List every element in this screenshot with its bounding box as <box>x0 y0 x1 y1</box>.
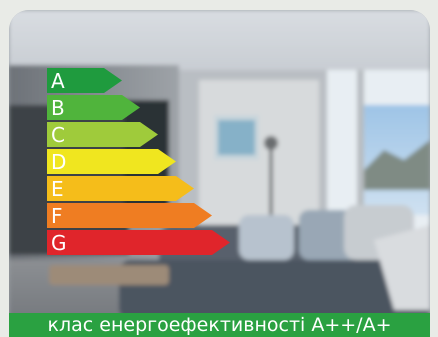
energy-class-label: ABCDEFG <box>47 68 230 255</box>
energy-class-letter-f: F <box>51 204 63 228</box>
energy-class-letter-b: B <box>51 96 65 120</box>
product-image-card: ABCDEFG клас енергоефективності А++/А+ <box>9 10 430 337</box>
energy-class-letter-g: G <box>51 231 67 255</box>
energy-class-bar-g <box>47 230 230 255</box>
energy-class-letter-c: C <box>51 123 65 147</box>
energy-efficiency-caption: клас енергоефективності А++/А+ <box>9 313 430 337</box>
energy-class-letter-e: E <box>51 177 64 201</box>
energy-class-bar-f <box>47 203 212 228</box>
energy-class-letter-d: D <box>51 150 66 174</box>
energy-class-letter-a: A <box>51 69 65 93</box>
energy-class-bar-e <box>47 176 194 201</box>
